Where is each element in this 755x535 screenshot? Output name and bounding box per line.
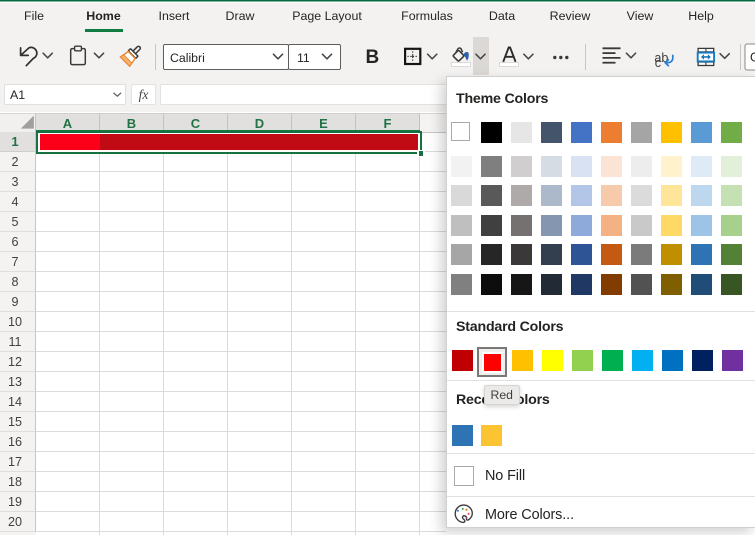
svg-text:ab: ab <box>654 51 668 65</box>
svg-text:c: c <box>655 56 661 70</box>
svg-text:G: G <box>750 51 755 65</box>
svg-text:B: B <box>366 47 380 68</box>
